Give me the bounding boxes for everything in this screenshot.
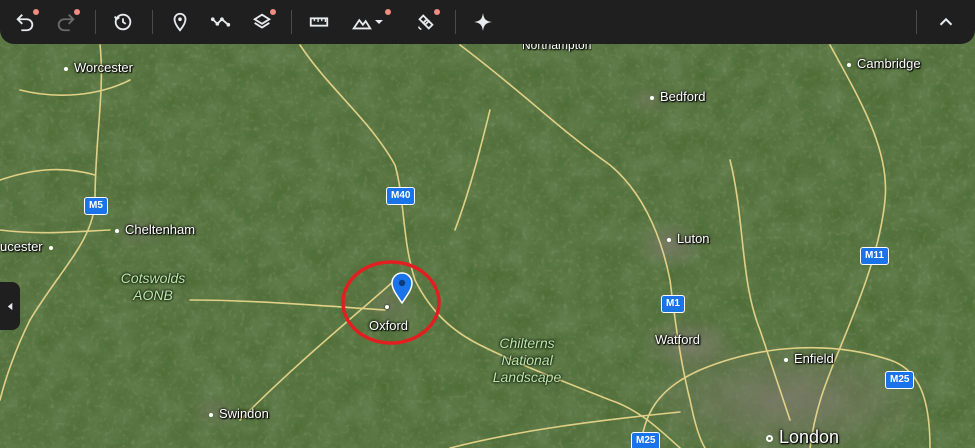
place-label-swindon[interactable]: Swindon: [209, 406, 269, 421]
park-label-line: Chilterns: [499, 335, 555, 351]
place-label-enfield[interactable]: Enfield: [784, 351, 834, 366]
undo-notification-dot: [33, 9, 39, 15]
place-label-bedford[interactable]: Bedford: [650, 89, 706, 104]
historical-imagery-button[interactable]: [107, 6, 139, 38]
place-dot: [766, 434, 773, 442]
measure-icon: [308, 11, 330, 33]
add-placemark-button[interactable]: [164, 6, 196, 38]
ai-sparkle-button[interactable]: [467, 6, 499, 38]
toolbar-divider: [95, 10, 96, 34]
terrain-icon: [351, 11, 373, 33]
park-label-line: Landscape: [492, 369, 562, 385]
place-dot: [847, 62, 851, 67]
place-dot: [115, 228, 119, 233]
place-dot: [48, 245, 53, 250]
redo-notification-dot: [74, 9, 80, 15]
place-dot: [64, 66, 68, 71]
redo-icon: [55, 11, 77, 33]
undo-button[interactable]: [9, 6, 41, 38]
place-dot: [650, 95, 654, 100]
place-label-worcester[interactable]: Worcester: [64, 60, 133, 75]
place-label-london[interactable]: London: [766, 427, 839, 448]
road-shield-m1: M1: [661, 295, 685, 313]
layers-button[interactable]: [246, 6, 278, 38]
add-placemark-icon: [169, 11, 191, 33]
road-shield-m5: M5: [84, 197, 108, 215]
collapse-toolbar-button[interactable]: [930, 6, 962, 38]
undo-icon: [14, 11, 36, 33]
chevron-up-icon: [935, 11, 957, 33]
layers-notification-dot: [270, 9, 276, 15]
measure-button[interactable]: [303, 6, 335, 38]
road-shield-m40: M40: [386, 187, 416, 205]
top-toolbar: [0, 0, 975, 44]
chevron-down-icon: [373, 16, 385, 28]
satellite-notification-dot: [434, 9, 440, 15]
place-label-cambridge[interactable]: Cambridge: [847, 56, 921, 71]
satellite-button[interactable]: [410, 6, 442, 38]
satellite-icon: [415, 11, 437, 33]
place-label-gloucester[interactable]: ucester: [0, 239, 53, 254]
park-label-cotswolds[interactable]: Cotswolds AONB: [110, 270, 196, 304]
place-label-cheltenham[interactable]: Cheltenham: [115, 222, 195, 237]
toolbar-divider: [152, 10, 153, 34]
toolbar-divider: [455, 10, 456, 34]
toolbar-divider: [291, 10, 292, 34]
road-shield-m25-east: M25: [885, 371, 915, 389]
road-shield-m25-south: M25: [631, 432, 661, 448]
highlight-circle: [341, 260, 441, 345]
place-dot: [667, 237, 671, 242]
park-label-line: AONB: [133, 287, 173, 303]
terrain-dropdown-button[interactable]: [345, 6, 391, 38]
place-dot: [784, 357, 788, 362]
chevron-left-icon: [7, 302, 12, 310]
place-label-luton[interactable]: Luton: [667, 231, 710, 246]
place-label-watford[interactable]: Watford: [655, 332, 700, 347]
redo-button[interactable]: [50, 6, 82, 38]
draw-path-icon: [210, 11, 232, 33]
draw-path-button[interactable]: [205, 6, 237, 38]
road-shield-m11: M11: [860, 247, 889, 265]
layers-icon: [251, 11, 273, 33]
park-label-line: Cotswolds: [120, 270, 186, 286]
sparkle-icon: [472, 11, 494, 33]
terrain-notification-dot: [385, 9, 391, 15]
side-panel-toggle[interactable]: [0, 282, 20, 330]
place-dot: [209, 412, 213, 417]
toolbar-divider: [916, 10, 917, 34]
park-label-line: National: [501, 352, 553, 368]
park-label-chilterns[interactable]: Chilterns National Landscape: [482, 335, 572, 386]
historical-imagery-icon: [112, 11, 134, 33]
